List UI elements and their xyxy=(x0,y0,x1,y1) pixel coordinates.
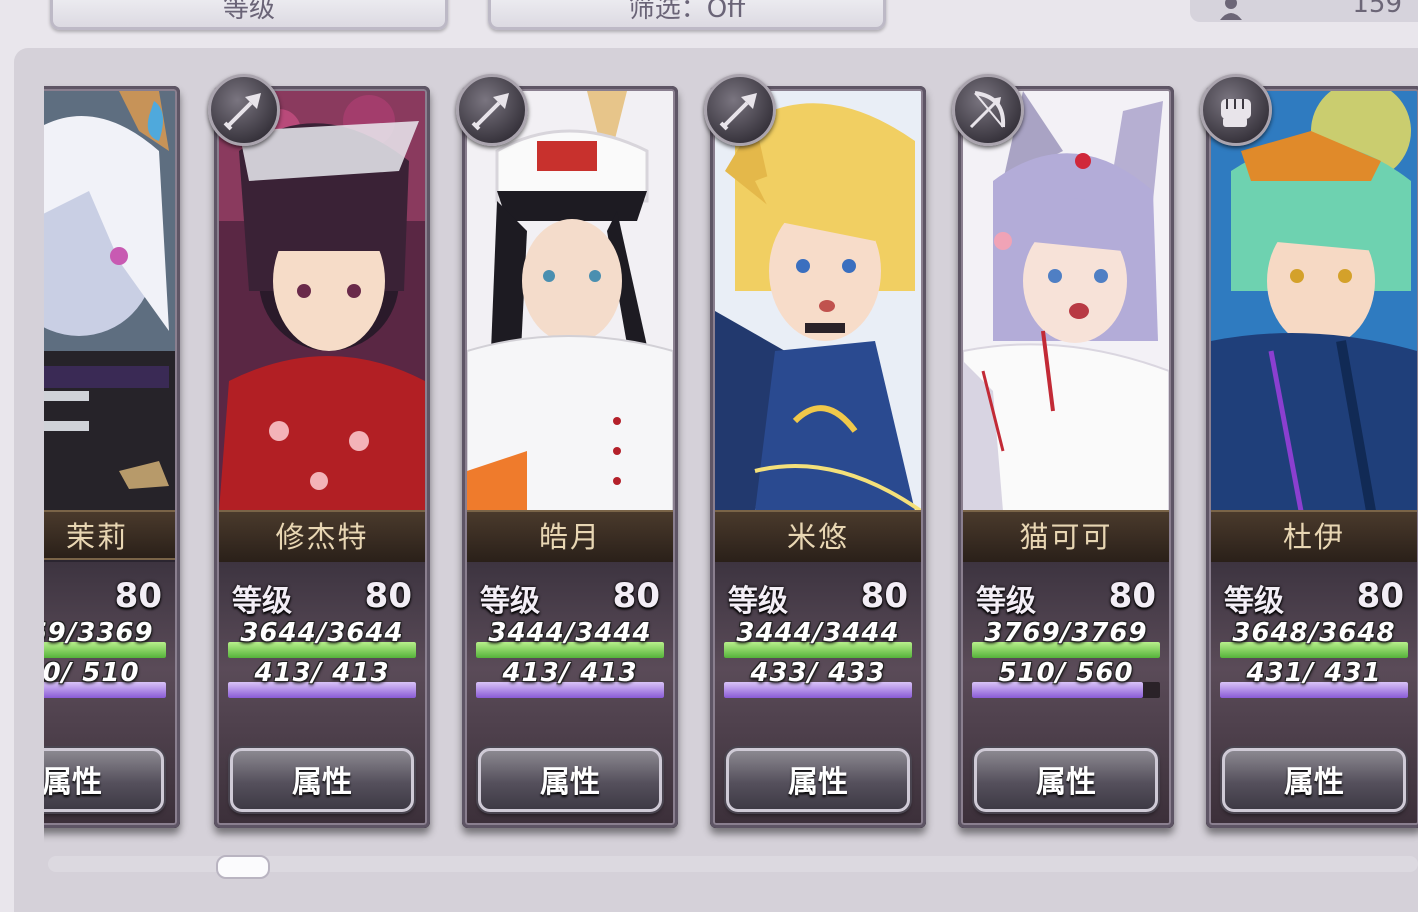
attributes-button[interactable]: 属性 xyxy=(1222,748,1406,812)
attributes-button[interactable]: 属性 xyxy=(974,748,1158,812)
hp-text: 3444/3444 xyxy=(488,618,652,648)
mp-text: 413/ 413 xyxy=(502,658,638,688)
character-stats: 等级 80 3444/3444 413/ 413 属性 xyxy=(462,562,678,828)
character-name: 修杰特 xyxy=(214,510,430,564)
filter-dropdown[interactable]: 筛选：Off ⌄ xyxy=(488,0,886,30)
character-card[interactable]: 猫可可 等级 80 3769/3769 510/ 560 属性 xyxy=(958,86,1174,828)
sort-dropdown[interactable]: 等级 ⌄ xyxy=(50,0,448,30)
mp-text: 433/ 433 xyxy=(750,658,886,688)
character-name: 米悠 xyxy=(710,510,926,564)
character-name: 猫可可 xyxy=(958,510,1174,564)
count-value: 159 xyxy=(1352,0,1402,19)
hp-text: 3648/3648 xyxy=(1232,618,1396,648)
character-portrait xyxy=(219,91,425,511)
level-label: 等级 xyxy=(1224,584,1284,619)
character-card[interactable]: 皓月 等级 80 3444/3444 413/ 413 属性 xyxy=(462,86,678,828)
level-value: 80 xyxy=(364,576,412,616)
character-portrait xyxy=(467,91,673,511)
level-value: 80 xyxy=(1108,576,1156,616)
attributes-button[interactable]: 属性 xyxy=(230,748,414,812)
character-portrait xyxy=(44,91,175,511)
character-count: 159 xyxy=(1190,0,1418,22)
character-card[interactable]: 杜伊 等级 80 3648/3648 431/ 431 属性 xyxy=(1206,86,1418,828)
level-value: 80 xyxy=(860,576,908,616)
sort-label: 等级 xyxy=(222,0,275,24)
level-value: 80 xyxy=(114,576,162,616)
hp-text: 3644/3644 xyxy=(240,618,404,648)
spear-icon xyxy=(456,74,528,146)
character-portrait xyxy=(715,91,921,511)
spear-icon xyxy=(208,74,280,146)
level-label: 等级 xyxy=(976,584,1036,619)
character-portrait xyxy=(963,91,1169,511)
fist-icon xyxy=(1200,74,1272,146)
character-stats: 等级 80 3769/3769 510/ 560 属性 xyxy=(958,562,1174,828)
level-value: 80 xyxy=(612,576,660,616)
attributes-button[interactable]: 属性 xyxy=(44,748,164,812)
level-label: 等级 xyxy=(232,584,292,619)
character-stats: 等级 80 3369/3369 510/ 510 属性 xyxy=(44,562,180,828)
attributes-button[interactable]: 属性 xyxy=(726,748,910,812)
character-name: 杜伊 xyxy=(1206,510,1418,564)
character-name: 茉莉 xyxy=(44,510,180,560)
user-icon xyxy=(1220,0,1242,20)
bow-icon xyxy=(952,74,1024,146)
spear-icon xyxy=(704,74,776,146)
character-name: 皓月 xyxy=(462,510,678,564)
character-stats: 等级 80 3644/3644 413/ 413 属性 xyxy=(214,562,430,828)
hp-text: 3444/3444 xyxy=(736,618,900,648)
level-label: 等级 xyxy=(728,584,788,619)
level-label: 等级 xyxy=(480,584,540,619)
mp-text: 413/ 413 xyxy=(254,658,390,688)
scrollbar-thumb[interactable] xyxy=(216,855,270,879)
level-value: 80 xyxy=(1356,576,1404,616)
attributes-button[interactable]: 属性 xyxy=(478,748,662,812)
card-scroller[interactable]: 茉莉 等级 80 3369/3369 510/ 510 属性 xyxy=(44,50,1418,850)
character-portrait xyxy=(1211,91,1417,511)
character-card[interactable]: 茉莉 等级 80 3369/3369 510/ 510 属性 xyxy=(44,86,180,828)
character-card[interactable]: 米悠 等级 80 3444/3444 433/ 433 属性 xyxy=(710,86,926,828)
mp-text: 510/ 560 xyxy=(998,658,1134,688)
mp-text: 431/ 431 xyxy=(1246,658,1382,688)
filter-label: 筛选：Off xyxy=(628,0,746,24)
hp-text: 3369/3369 xyxy=(44,618,154,648)
character-card[interactable]: 修杰特 等级 80 3644/3644 413/ 413 属性 xyxy=(214,86,430,828)
character-stats: 等级 80 3444/3444 433/ 433 属性 xyxy=(710,562,926,828)
character-stats: 等级 80 3648/3648 431/ 431 属性 xyxy=(1206,562,1418,828)
hp-text: 3769/3769 xyxy=(984,618,1148,648)
mp-text: 510/ 510 xyxy=(44,658,140,688)
character-list-screen: 等级 ⌄ 筛选：Off ⌄ 159 xyxy=(0,0,1418,912)
